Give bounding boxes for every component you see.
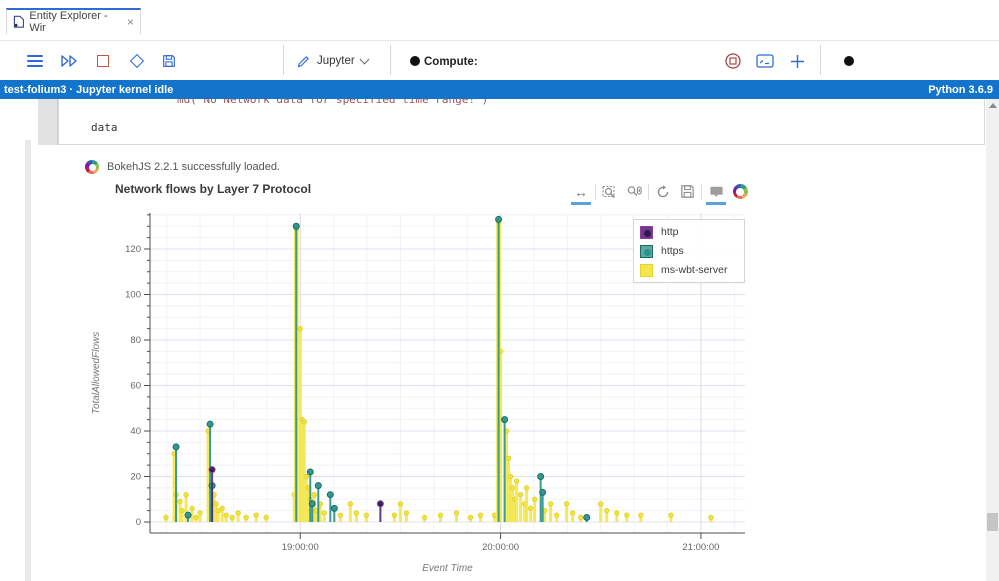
jupyter-menu[interactable]: Jupyter <box>296 50 396 72</box>
stop-circle-icon <box>725 53 741 69</box>
code-line: data <box>91 121 118 134</box>
svg-text:80: 80 <box>130 335 141 346</box>
hover-icon[interactable] <box>705 181 727 205</box>
pan-icon[interactable]: ↔ <box>570 181 592 205</box>
svg-text:40: 40 <box>130 426 141 437</box>
code-cell[interactable]: md('No Network data for specified time r… <box>58 99 985 145</box>
bokeh-toolbar-separator <box>701 183 702 200</box>
notebook-toolbar: Jupyter Compute: test-folium3 - Running … <box>0 41 999 115</box>
notebook-content: md('No Network data for specified time r… <box>0 99 999 581</box>
tab-entity-explorer[interactable]: Entity Explorer - Wir × <box>6 8 141 34</box>
notebook-file-icon <box>13 15 24 28</box>
bokeh-toolbar-separator <box>595 183 596 200</box>
svg-text:Event Time: Event Time <box>422 563 473 574</box>
bokeh-toolbar-separator <box>648 183 649 200</box>
kernel-status-text: test-folium3 · Jupyter kernel idle <box>4 83 174 96</box>
terminal-icon[interactable] <box>754 50 776 72</box>
legend-swatch <box>640 244 653 258</box>
save-notebook-icon[interactable] <box>158 50 180 72</box>
svg-text:TotalAllowedFlows: TotalAllowedFlows <box>91 332 102 414</box>
add-compute-icon[interactable] <box>786 50 808 72</box>
bokeh-toolbar: ↔ <box>570 181 751 205</box>
legend-item-https: https <box>640 243 738 259</box>
tab-title: Entity Explorer - Wir <box>29 10 108 34</box>
svg-text:20: 20 <box>130 472 141 483</box>
legend-item-http: http <box>640 224 738 240</box>
clipped-code-line: md('No Network data for specified time r… <box>177 99 489 106</box>
kernel-status-bar: test-folium3 · Jupyter kernel idle Pytho… <box>0 80 999 99</box>
bokeh-loaded-text: BokehJS 2.2.1 successfully loaded. <box>107 161 281 173</box>
tab-bar: Entity Explorer - Wir × <box>0 0 999 41</box>
cell-margin-strip <box>25 140 31 581</box>
svg-text:0: 0 <box>136 517 141 528</box>
double-play-icon <box>61 55 77 67</box>
stop-square-icon <box>97 55 109 67</box>
save-plot-icon[interactable] <box>676 181 698 202</box>
network-flows-chart: Network flows by Layer 7 Protocol ↔ 0 20… <box>85 180 765 580</box>
menu-icon[interactable] <box>24 50 46 72</box>
bokeh-logo-icon[interactable] <box>729 181 751 202</box>
pencil-icon <box>297 55 309 67</box>
terminal-window-icon <box>756 54 774 68</box>
bokeh-loaded-row: BokehJS 2.2.1 successfully loaded. <box>85 160 280 174</box>
toolbar-separator <box>820 45 821 75</box>
toolbar-separator <box>283 45 284 75</box>
chart-legend: http https ms-wbt-server <box>633 219 745 283</box>
toolbar-separator <box>390 45 391 75</box>
run-all-icon[interactable] <box>58 50 80 72</box>
chevron-down-icon <box>359 54 370 65</box>
wheel-zoom-icon[interactable] <box>623 181 645 202</box>
box-zoom-icon[interactable] <box>599 181 621 202</box>
svg-text:19:00:00: 19:00:00 <box>282 542 319 553</box>
compute-status-dot <box>404 50 426 72</box>
legend-swatch <box>640 263 653 277</box>
bokeh-logo-icon <box>85 160 99 174</box>
stop-compute-icon[interactable] <box>722 50 744 72</box>
svg-text:20:00:00: 20:00:00 <box>482 542 519 553</box>
cell-gutter <box>38 99 58 145</box>
svg-text:21:00:00: 21:00:00 <box>682 542 719 553</box>
legend-item-ms-wbt-server: ms-wbt-server <box>640 262 738 278</box>
chart-title: Network flows by Layer 7 Protocol <box>115 182 312 196</box>
legend-swatch <box>640 225 653 239</box>
plus-icon <box>790 54 804 68</box>
svg-text:100: 100 <box>125 290 141 301</box>
reset-icon[interactable] <box>652 181 674 202</box>
svg-text:60: 60 <box>130 381 141 392</box>
compute-label: Compute: <box>424 56 478 68</box>
vertical-scrollbar[interactable] <box>986 99 999 581</box>
jupyter-label: Jupyter <box>317 55 355 67</box>
diamond-icon <box>129 53 145 69</box>
legend-label: ms-wbt-server <box>661 264 728 276</box>
tab-close-icon[interactable]: × <box>127 15 134 29</box>
hamburger-icon <box>27 55 43 67</box>
legend-label: https <box>661 245 684 257</box>
svg-text:120: 120 <box>125 244 141 255</box>
kernel-status-dot <box>838 50 860 72</box>
scrollbar-thumb[interactable] <box>987 513 998 531</box>
clear-outputs-icon[interactable] <box>126 50 148 72</box>
scroll-up-icon[interactable] <box>989 103 997 108</box>
python-version-text: Python 3.6.9 <box>928 83 993 96</box>
legend-label: http <box>661 226 679 238</box>
floppy-icon <box>163 55 175 67</box>
interrupt-icon[interactable] <box>92 50 114 72</box>
